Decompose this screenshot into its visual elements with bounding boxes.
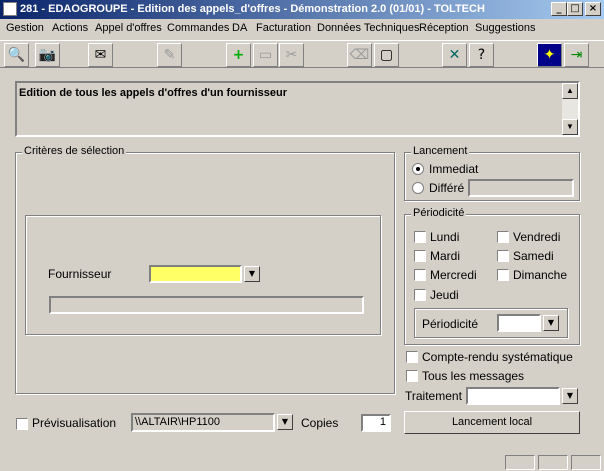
- wizard-icon[interactable]: ✦: [537, 43, 562, 67]
- label-samedi: Samedi: [513, 249, 554, 263]
- label-report: Compte-rendu systématique: [422, 350, 573, 364]
- menu-donnees-techniques[interactable]: Données Techniques: [317, 22, 420, 34]
- immediate-radio[interactable]: [412, 163, 424, 175]
- selection-criteria-legend: Critères de sélection: [22, 145, 127, 157]
- supplier-label: Fournisseur: [48, 267, 112, 281]
- processing-dropdown-icon[interactable]: ▼: [562, 388, 578, 404]
- checkbox-preview[interactable]: [16, 418, 28, 430]
- periodicity-select-label: Périodicité: [422, 317, 479, 331]
- title-bar: 281 - EDAOGROUPE - Edition des appels_d'…: [0, 0, 604, 19]
- status-panel-1: [505, 455, 535, 470]
- eraser-icon[interactable]: ⌫: [347, 43, 372, 67]
- local-launch-button[interactable]: Lancement local: [404, 411, 580, 434]
- toolbar: 🔍 📷 ✉ ✎ + ▭ ✂ ⌫ ▢ ✕ ? ✦ ⇥: [0, 40, 604, 68]
- checkbox-jeudi[interactable]: [414, 289, 426, 301]
- tools-icon[interactable]: ✕: [442, 43, 467, 67]
- label-all-messages: Tous les messages: [422, 369, 525, 383]
- new-document-icon[interactable]: ▢: [374, 43, 399, 67]
- close-button[interactable]: ×: [585, 2, 601, 16]
- checkbox-vendredi[interactable]: [497, 231, 509, 243]
- main-window: 281 - EDAOGROUPE - Edition des appels_d'…: [0, 0, 604, 471]
- menu-suggestions[interactable]: Suggestions: [475, 22, 536, 34]
- periodicity-select[interactable]: [497, 314, 541, 332]
- menu-da[interactable]: DA: [232, 22, 247, 34]
- periodicity-select-frame: Périodicité ▼: [414, 308, 568, 338]
- launch-group: Lancement Immediat Différé: [404, 145, 580, 201]
- menu-appel-offres[interactable]: Appel d'offres: [95, 22, 162, 34]
- menu-bar: Gestion Actions Appel d'offres Commandes…: [0, 20, 604, 38]
- criteria-inner-frame: Fournisseur ▼: [25, 215, 381, 335]
- menu-actions[interactable]: Actions: [52, 22, 88, 34]
- processing-label: Traitement: [405, 389, 462, 403]
- add-icon[interactable]: +: [226, 43, 251, 67]
- periodicity-dropdown-icon[interactable]: ▼: [543, 315, 559, 331]
- status-panel-3: [571, 455, 601, 470]
- save-icon[interactable]: ▭: [253, 43, 278, 67]
- minimize-button[interactable]: _: [551, 2, 567, 16]
- checkbox-samedi[interactable]: [497, 250, 509, 262]
- supplier-input[interactable]: [149, 265, 242, 283]
- help-icon[interactable]: ?: [469, 43, 494, 67]
- label-jeudi: Jeudi: [430, 288, 459, 302]
- maximize-button[interactable]: □: [567, 2, 583, 16]
- supplier-name-display: [49, 296, 364, 314]
- printer-field[interactable]: \\ALTAIR\HP1100: [131, 413, 275, 432]
- label-preview: Prévisualisation: [32, 416, 117, 430]
- label-vendredi: Vendredi: [513, 230, 561, 244]
- selection-criteria-group: Critères de sélection Fournisseur ▼: [15, 145, 395, 394]
- deferred-label: Différé: [429, 181, 465, 195]
- description-box: Edition de tous les appels d'offres d'un…: [15, 81, 580, 137]
- status-panel-2: [538, 455, 568, 470]
- menu-reception[interactable]: Réception: [419, 22, 469, 34]
- label-mardi: Mardi: [430, 249, 461, 263]
- scroll-down-icon[interactable]: ▼: [562, 119, 578, 135]
- menu-facturation[interactable]: Facturation: [256, 22, 311, 34]
- description-text: Edition de tous les appels d'offres d'un…: [19, 87, 288, 99]
- copies-label: Copies: [301, 416, 339, 430]
- processing-select[interactable]: [466, 387, 560, 405]
- checkbox-report[interactable]: [406, 351, 418, 363]
- window-title: 281 - EDAOGROUPE - Edition des appels_d'…: [20, 3, 485, 15]
- checkbox-mercredi[interactable]: [414, 269, 426, 281]
- menu-gestion[interactable]: Gestion: [6, 22, 44, 34]
- menu-commandes[interactable]: Commandes: [167, 22, 229, 34]
- checkbox-mardi[interactable]: [414, 250, 426, 262]
- mail-icon[interactable]: ✉: [88, 43, 113, 67]
- copies-input[interactable]: 1: [361, 414, 391, 432]
- checkbox-lundi[interactable]: [414, 231, 426, 243]
- supplier-dropdown-icon[interactable]: ▼: [244, 266, 260, 282]
- deferred-date-field[interactable]: [468, 179, 574, 197]
- checkbox-all-messages[interactable]: [406, 370, 418, 382]
- periodicity-group: Périodicité Lundi Mardi Mercredi Jeudi V…: [404, 207, 580, 345]
- scroll-up-icon[interactable]: ▲: [562, 83, 578, 99]
- label-dimanche: Dimanche: [513, 268, 568, 282]
- camera-icon[interactable]: 📷: [35, 43, 60, 67]
- edit-icon[interactable]: ✎: [157, 43, 182, 67]
- deferred-radio[interactable]: [412, 182, 424, 194]
- immediate-label: Immediat: [429, 162, 479, 176]
- label-lundi: Lundi: [430, 230, 460, 244]
- periodicity-legend: Périodicité: [411, 207, 467, 219]
- checkbox-dimanche[interactable]: [497, 269, 509, 281]
- app-icon[interactable]: [3, 2, 17, 16]
- status-bar: [0, 452, 604, 471]
- printer-dropdown-icon[interactable]: ▼: [277, 414, 293, 430]
- label-mercredi: Mercredi: [430, 268, 477, 282]
- search-icon[interactable]: 🔍: [4, 43, 29, 67]
- cut-icon[interactable]: ✂: [279, 43, 304, 67]
- exit-icon[interactable]: ⇥: [564, 43, 589, 67]
- launch-legend: Lancement: [411, 145, 470, 157]
- description-scrollbar[interactable]: ▲ ▼: [562, 83, 578, 135]
